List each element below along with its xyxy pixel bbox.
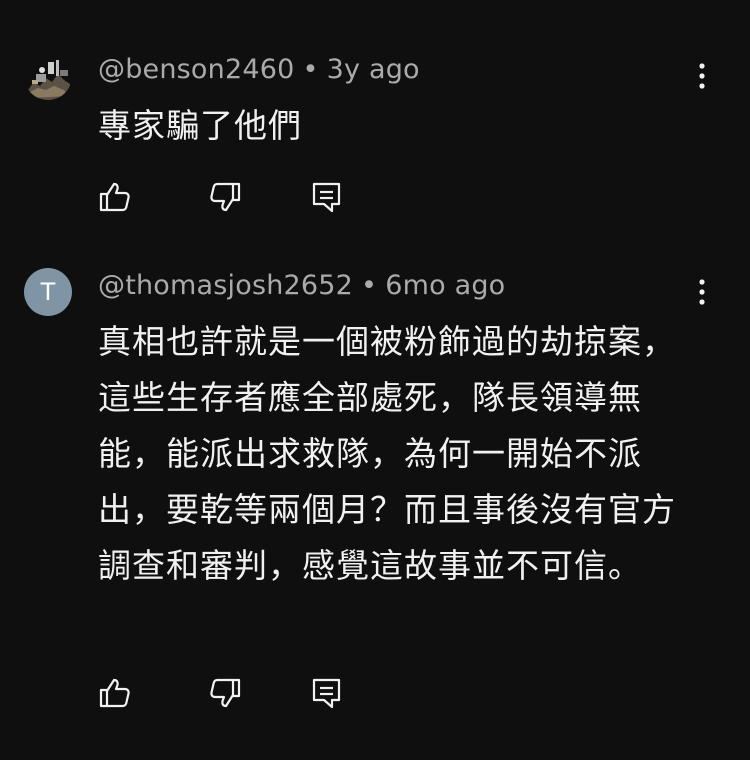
comment-text: 真相也許就是一個被粉飾過的劫掠案，這些生存者應全部處死，隊長領導無能，能派出求救… [98, 322, 676, 585]
comment-author[interactable]: @thomasjosh2652 [98, 270, 353, 301]
comment-timestamp[interactable]: 6mo ago [385, 270, 505, 301]
meta-separator: • [361, 270, 378, 301]
avatar[interactable] [24, 52, 72, 100]
reply-icon[interactable] [310, 676, 344, 710]
meta-separator: • [302, 54, 319, 85]
thumbs-down-icon[interactable] [208, 676, 242, 710]
avatar-letter: T [40, 278, 56, 306]
comment-meta: @benson2460 • 3y ago [98, 54, 420, 85]
more-vertical-icon[interactable] [690, 274, 714, 310]
avatar[interactable]: T [24, 268, 72, 316]
comment-meta: @thomasjosh2652 • 6mo ago [98, 270, 505, 301]
thumbs-up-icon[interactable] [98, 180, 132, 214]
comment-author[interactable]: @benson2460 [98, 54, 294, 85]
comment-actions [98, 180, 358, 216]
comment-timestamp[interactable]: 3y ago [327, 54, 420, 85]
thumbs-up-icon[interactable] [98, 676, 132, 710]
more-vertical-icon[interactable] [690, 58, 714, 94]
comment-text: 專家騙了他們 [98, 106, 302, 145]
reply-icon[interactable] [310, 180, 344, 214]
thumbs-down-icon[interactable] [208, 180, 242, 214]
comment-actions [98, 676, 358, 712]
